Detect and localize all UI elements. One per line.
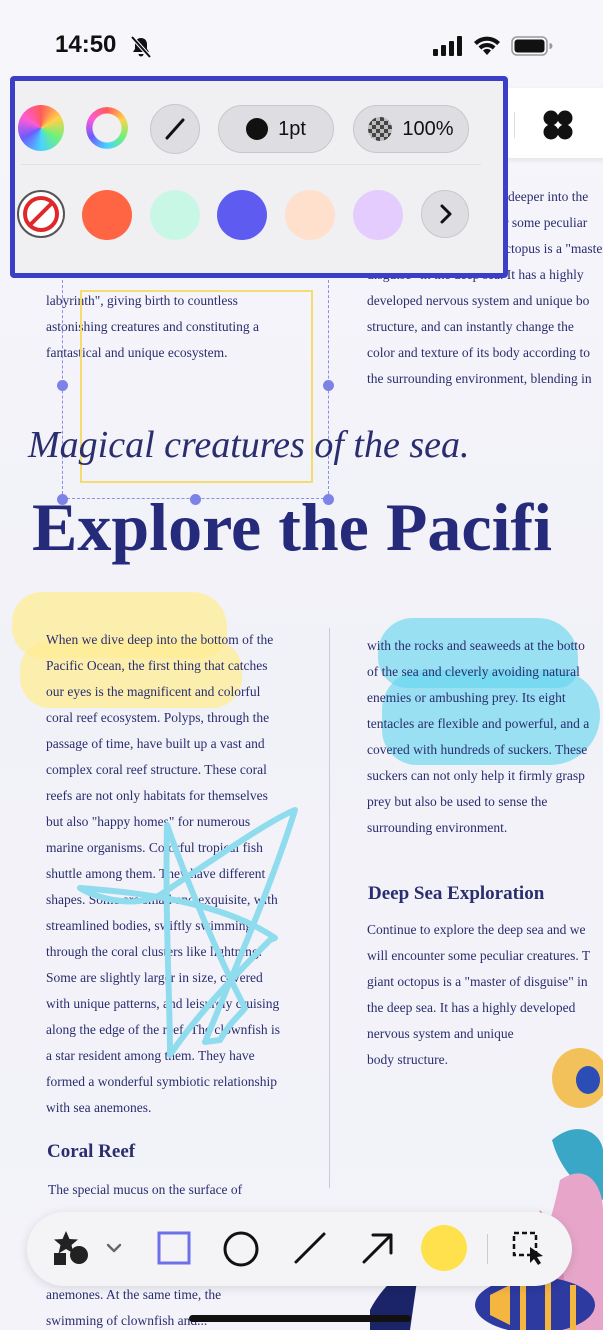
toolbar-separator xyxy=(487,1234,488,1264)
current-color-swatch[interactable] xyxy=(421,1225,467,1271)
swatch-mint[interactable] xyxy=(150,190,200,240)
stroke-width-button[interactable]: 1pt xyxy=(218,105,334,153)
cellular-signal-icon xyxy=(433,36,462,56)
battery-icon xyxy=(511,36,553,56)
heading-deep-sea: Deep Sea Exploration xyxy=(368,883,545,904)
no-color-button[interactable] xyxy=(17,190,65,238)
swatch-blue[interactable] xyxy=(217,190,267,240)
more-colors-button[interactable] xyxy=(421,190,469,238)
line-icon[interactable] xyxy=(291,1229,329,1267)
arrow-icon[interactable] xyxy=(359,1229,397,1267)
swatch-peach[interactable] xyxy=(285,190,335,240)
freehand-star-drawing[interactable] xyxy=(70,800,310,1065)
column-divider xyxy=(329,628,330,1188)
heading-coral-reef: Coral Reef xyxy=(47,1141,136,1162)
stamp-icon[interactable] xyxy=(52,1229,92,1269)
section-subtitle: Magical creatures of the sea. xyxy=(28,424,470,466)
chevron-down-icon[interactable] xyxy=(104,1238,124,1258)
swatch-orange[interactable] xyxy=(82,190,132,240)
stroke-dot-icon xyxy=(246,118,269,140)
popover-divider xyxy=(21,164,481,165)
toolbar-separator xyxy=(514,112,515,138)
line-style-button[interactable] xyxy=(150,104,200,154)
swatch-lavender[interactable] xyxy=(353,190,403,240)
page-title: Explore the Pacifi xyxy=(32,489,552,565)
bell-slash-icon xyxy=(130,35,152,59)
stroke-color-picker-icon[interactable] xyxy=(86,107,128,149)
paragraph-bottom: anemones. At the same time, the swimming… xyxy=(46,1287,222,1328)
no-color-icon xyxy=(23,196,59,232)
stroke-width-label: 1pt xyxy=(278,117,306,140)
status-time: 14:50 xyxy=(55,31,117,58)
rectangle-icon[interactable] xyxy=(155,1229,193,1267)
home-indicator xyxy=(189,1315,411,1322)
wifi-icon xyxy=(474,36,500,55)
select-tool-icon[interactable] xyxy=(510,1229,550,1269)
coral-illustration xyxy=(370,1048,603,1330)
resize-handle[interactable] xyxy=(323,380,334,391)
chevron-right-icon xyxy=(440,204,452,224)
paragraph-coral-reef: The special mucus on the surface of xyxy=(48,1182,243,1197)
fill-color-picker-icon[interactable] xyxy=(18,105,64,151)
paragraph-right-main: with the rocks and seaweeds at the botto… xyxy=(367,638,590,835)
opacity-button[interactable]: 100% xyxy=(353,105,469,153)
line-style-icon xyxy=(165,118,185,140)
ellipse-icon[interactable] xyxy=(221,1229,261,1269)
apps-grid-icon[interactable] xyxy=(541,108,575,142)
resize-handle[interactable] xyxy=(57,380,68,391)
opacity-checker-icon xyxy=(368,117,393,141)
opacity-label: 100% xyxy=(402,117,454,140)
